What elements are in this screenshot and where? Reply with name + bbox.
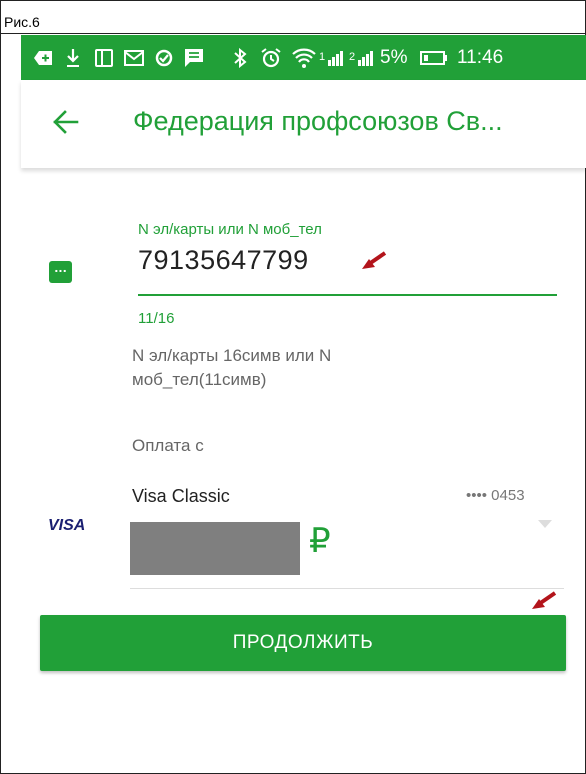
- arrow-left-icon[interactable]: [47, 102, 83, 142]
- account-field-label: N эл/карты или N моб_тел: [138, 221, 322, 238]
- annotation-arrow-icon: [360, 250, 388, 270]
- visa-logo: VISA: [48, 517, 86, 534]
- tablet-icon: [93, 35, 115, 80]
- message-icon: [183, 35, 205, 80]
- status-bar: 1 2 5% 11:46: [21, 35, 586, 80]
- figure-caption: Рис.6: [0, 0, 586, 34]
- balance-redacted: [130, 522, 300, 575]
- signal-label-2: 2: [349, 51, 356, 63]
- card-number: •••• 0453: [466, 487, 525, 504]
- currency-symbol: ₽: [309, 522, 331, 560]
- annotation-arrow-icon: [530, 590, 558, 610]
- clock: 11:46: [457, 47, 504, 68]
- bluetooth-icon: [231, 35, 249, 80]
- signal-icon: [327, 35, 345, 80]
- download-icon: [63, 35, 83, 80]
- field-hint: N эл/карты 16симв или N моб_тел(11симв): [132, 346, 332, 389]
- card-select-underline: [130, 588, 564, 589]
- alarm-icon: [259, 35, 283, 80]
- page-title: Федерация профсоюзов Св...: [133, 106, 503, 136]
- continue-button[interactable]: ПРОДОЛЖИТЬ: [40, 615, 566, 671]
- keypad-icon: ...: [49, 261, 72, 283]
- battery-percent: 5%: [380, 47, 408, 68]
- caption-text: Рис.6: [4, 14, 40, 30]
- account-input-underline: [138, 294, 557, 296]
- plus-badge-icon: [31, 35, 55, 80]
- mail-icon: [123, 35, 145, 80]
- wifi-icon: [291, 35, 317, 80]
- sync-icon: [153, 35, 175, 80]
- payment-source-label: Оплата с: [132, 436, 204, 455]
- card-name[interactable]: Visa Classic: [132, 486, 230, 507]
- signal-label-1: 1: [319, 51, 326, 63]
- signal-icon: [357, 35, 375, 80]
- account-input[interactable]: 79135647799: [138, 245, 309, 276]
- character-counter: 11/16: [138, 310, 175, 327]
- battery-icon: [419, 35, 449, 80]
- app-bar: Федерация профсоюзов Св...: [21, 80, 586, 168]
- chevron-down-icon[interactable]: [538, 520, 552, 528]
